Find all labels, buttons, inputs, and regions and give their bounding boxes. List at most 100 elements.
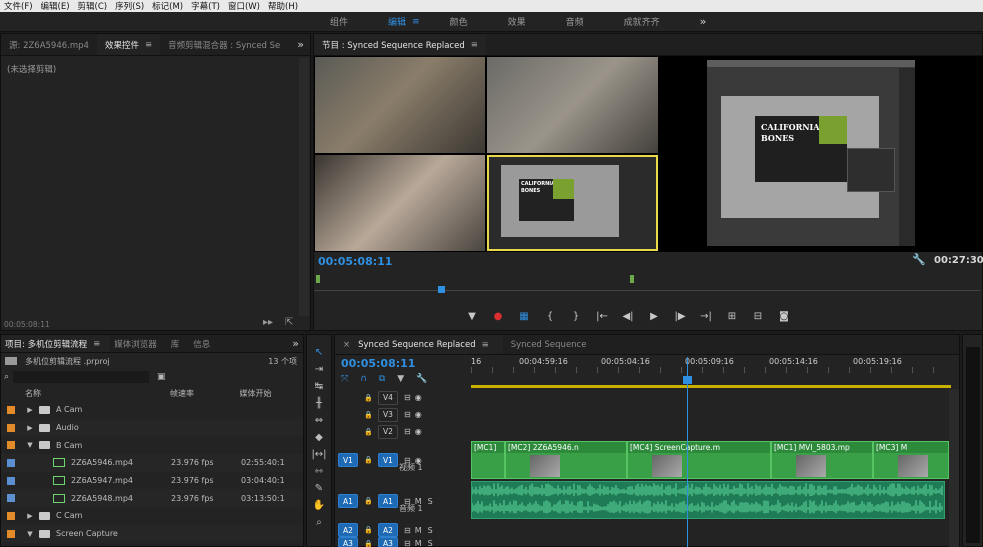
sync-lock-icon[interactable]: ⊟ [404,393,411,402]
time-ruler[interactable]: 16 00:04:59:16 00:05:04:16 00:05:09:16 00:05… [471,355,951,389]
go-to-in-icon[interactable]: |← [594,311,610,322]
source-patch-V1[interactable]: V1 [338,453,358,467]
zoom-tool-icon[interactable]: ⌕ [311,515,327,531]
video-clip[interactable]: [MC3] M [873,441,949,479]
go-to-out-icon[interactable]: →| [698,311,714,322]
selection-tool-icon[interactable]: ↖ [311,345,327,361]
label-color-chip[interactable] [7,494,15,503]
menu-item-5[interactable]: 字幕(T) [187,0,224,12]
source-tab-menu-icon[interactable]: ≡ [145,40,152,50]
project-column-1[interactable]: 帧速率 [170,388,240,399]
audio-clip[interactable] [471,481,945,519]
mute-button[interactable]: M [415,539,422,547]
video-clip[interactable]: [MC4] ScreenCapture.m [627,441,771,479]
track-target-A2[interactable]: A2 [378,523,398,537]
menu-item-4[interactable]: 标记(M) [148,0,187,12]
label-color-chip[interactable] [7,423,15,432]
add-marker-icon[interactable]: ▼ [464,311,480,322]
lock-icon[interactable]: 🔒 [364,456,374,464]
ripple-edit-tool-icon[interactable]: ↹ [311,379,327,395]
nest-toggle-icon[interactable]: ⤧ [341,374,348,384]
bin-row[interactable]: ▶ C Cam [1,507,303,525]
play-icon[interactable]: ▶ [646,311,662,322]
search-icon[interactable]: ⌕ [4,372,9,382]
lock-icon[interactable]: 🔒 [364,540,374,547]
track-target-V1[interactable]: V1 [378,453,398,467]
track-target-A1[interactable]: A1 [378,494,398,508]
video-clip[interactable]: [MC2] 2Z6A5946.n [505,441,627,479]
label-color-chip[interactable] [7,529,15,538]
camera-angle-2[interactable] [487,57,658,153]
source-tab-1[interactable]: 效果控件 ≡ [96,34,161,55]
label-color-chip[interactable] [7,405,15,414]
razor-tool-icon[interactable]: ◆ [311,430,327,446]
label-color-chip[interactable] [7,511,15,520]
workspace-tab-4[interactable]: 音频 [566,15,584,28]
workspace-tab-2[interactable]: 颜色 [450,15,468,28]
lock-icon[interactable]: 🔒 [364,394,374,402]
source-tab-0[interactable]: 源: 2Z6A5946.mp4 [1,34,97,55]
source-patch-empty[interactable] [338,425,358,439]
lock-icon[interactable]: 🔒 [364,428,374,436]
pen-tool-icon[interactable]: ✎ [311,481,327,497]
clip-row[interactable]: 2Z6A5948.mp4 23.976 fps 03:13:50:1 [1,489,303,508]
solo-button[interactable]: S [428,539,433,547]
multicam-grid[interactable]: CALIFORNIA BONES [314,56,659,252]
step-back-icon[interactable]: ◀| [620,311,636,322]
label-color-chip[interactable] [7,458,15,467]
menu-item-3[interactable]: 序列(S) [111,0,148,12]
mute-button[interactable]: M [415,526,422,535]
camera-angle-1[interactable] [315,57,485,153]
expand-right-icon[interactable]: ▶ [25,406,35,414]
project-tab-menu-icon[interactable]: ≡ [93,339,100,349]
workspace-tab-5[interactable]: 成就齐齐 [624,15,660,28]
program-tab[interactable]: 节目 : Synced Sequence Replaced ≡ [314,34,486,55]
track-target-A3[interactable]: A3 [378,536,398,547]
sync-lock-icon[interactable]: ⊟ [404,410,411,419]
expand-right-icon[interactable]: ▶ [25,424,35,432]
effect-scrollbar[interactable] [299,58,309,316]
eye-icon[interactable]: ◉ [415,393,422,402]
source-patch-empty[interactable] [338,391,358,405]
linked-selection-icon[interactable]: ⧉ [379,374,385,384]
source-tab-overflow[interactable]: » [297,38,304,51]
timeline-scrollbar[interactable] [949,389,959,547]
add-marker-timeline-icon[interactable]: ▼ [397,374,404,384]
close-tab-icon[interactable]: × [343,340,350,350]
menu-item-0[interactable]: 文件(F) [0,0,37,12]
project-search-input[interactable] [13,371,150,383]
track-target-V3[interactable]: V3 [378,407,398,422]
expand-down-icon[interactable]: ▼ [25,441,35,449]
multicam-toggle-icon[interactable]: ▦ [516,311,532,322]
timeline-tab-0[interactable]: × Synced Sequence Replaced ≡ [335,335,503,354]
step-forward-icon[interactable]: |▶ [672,311,688,322]
expand-right-icon[interactable]: ▶ [25,512,35,520]
new-bin-icon[interactable]: ▣ [157,372,166,382]
rate-stretch-tool-icon[interactable]: ⇔ [311,413,327,429]
mic-icon[interactable]: ⊟ [404,539,411,547]
menu-item-7[interactable]: 帮助(H) [264,0,302,12]
program-menu-icon[interactable]: ≡ [471,40,478,50]
wrench-icon[interactable]: 🔧 [912,253,926,266]
clip-row[interactable]: 2Z6A5946.mp4 23.976 fps 02:55:40:1 [1,454,303,472]
source-patch-empty[interactable] [338,408,358,422]
playhead-handle[interactable] [683,376,692,384]
source-patch-A3[interactable]: A3 [338,536,358,547]
project-tab-overflow[interactable]: » [292,337,299,350]
project-column-2[interactable]: 媒体开始 [239,388,303,399]
menu-item-2[interactable]: 剪辑(C) [74,0,112,12]
track-target-V2[interactable]: V2 [378,424,398,439]
camera-angle-3[interactable] [315,155,485,251]
lock-icon[interactable]: 🔒 [364,411,374,419]
lock-icon[interactable]: 🔒 [364,497,374,505]
bin-row[interactable]: ▶ Audio [1,418,303,437]
project-tab-2[interactable]: 库 [167,335,190,352]
solo-button[interactable]: S [428,497,433,506]
timeline-tab-menu-icon[interactable]: ≡ [482,340,489,350]
expand-down-icon[interactable]: ▼ [25,530,35,538]
snap-icon[interactable]: ∩ [360,374,367,384]
export-frame-camera-icon[interactable]: ◙ [776,311,792,322]
project-tab-3[interactable]: 信息 [189,335,220,352]
label-color-chip[interactable] [7,476,15,485]
program-output[interactable]: CALIFORNIA BONES [659,56,983,252]
